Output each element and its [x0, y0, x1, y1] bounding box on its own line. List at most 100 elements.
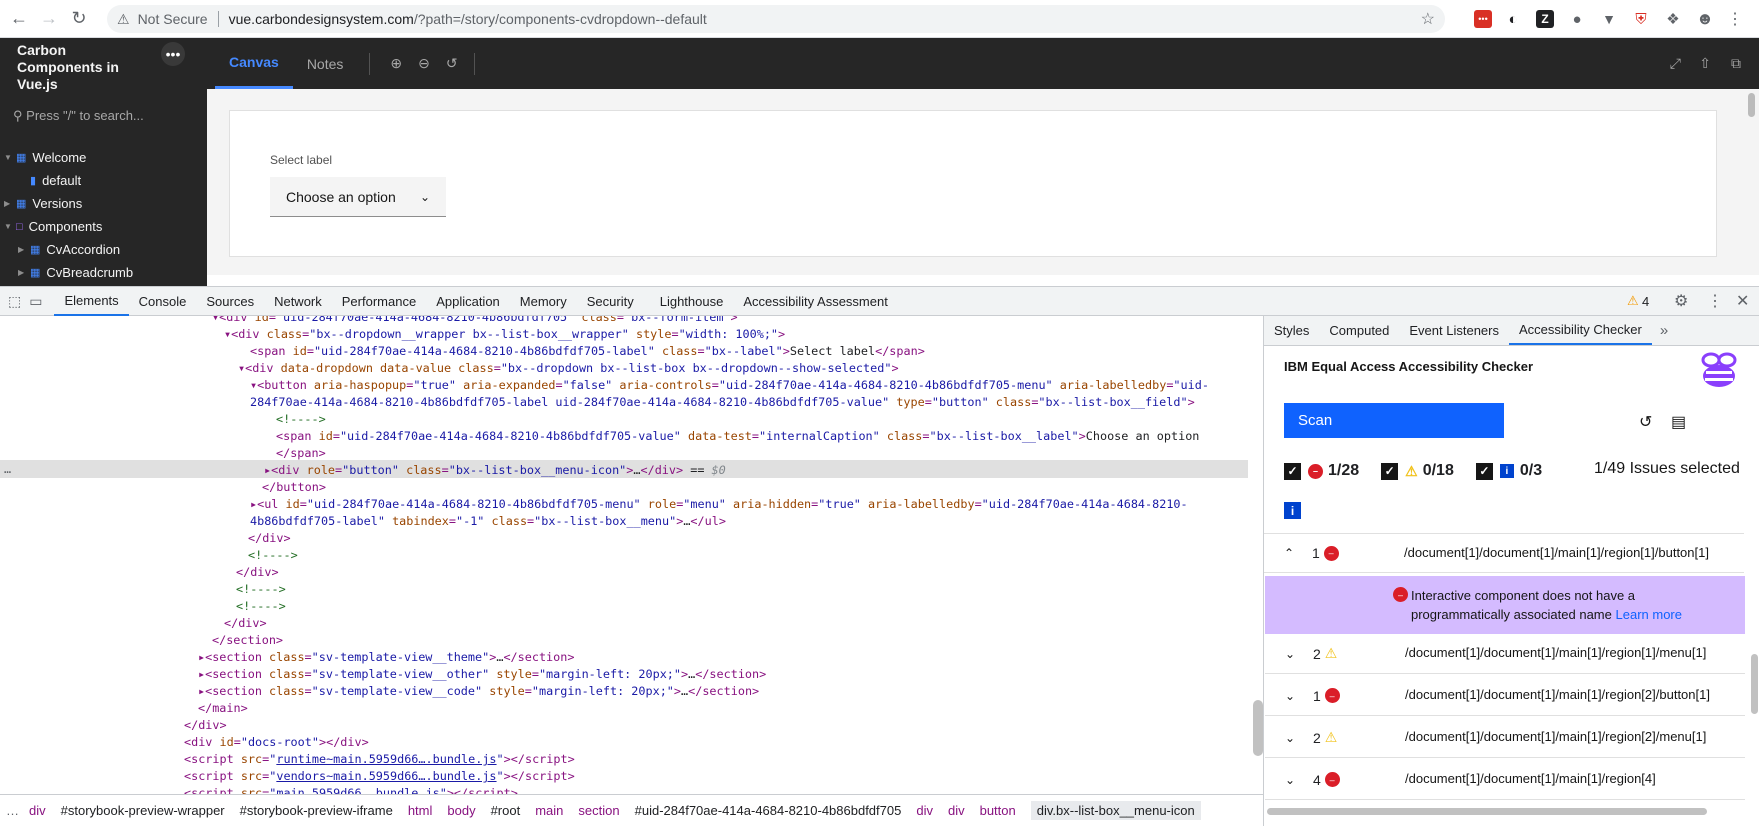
tab-canvas[interactable]: Canvas	[215, 38, 293, 89]
breadcrumb-item[interactable]: html	[408, 803, 433, 818]
breadcrumb-item-selected[interactable]: div.bx--list-box__menu-icon	[1030, 801, 1201, 820]
preview-scrollbar[interactable]	[1748, 93, 1755, 117]
reset-icon[interactable]: ↺	[1639, 412, 1652, 432]
tab-notes[interactable]: Notes	[293, 38, 358, 89]
elements-scrollbar[interactable]	[1253, 700, 1263, 756]
dom-line[interactable]: <div id="docs-root"></div>	[184, 734, 369, 751]
browser-menu-icon[interactable]: ⋮	[1726, 10, 1744, 28]
extension-circle-icon[interactable]: ●	[1568, 10, 1586, 28]
dom-line[interactable]: ▸<ul id="uid-284f70ae-414a-4684-8210-4b8…	[250, 496, 1188, 513]
breadcrumb-item[interactable]: section	[578, 803, 619, 818]
breadcrumb-item[interactable]: main	[535, 803, 563, 818]
more-tabs-icon[interactable]: »	[1660, 322, 1668, 339]
dom-line[interactable]: <!---->	[276, 411, 326, 428]
potential-checkbox[interactable]: ✓	[1381, 462, 1399, 480]
tab-styles[interactable]: Styles	[1264, 316, 1319, 345]
dom-line[interactable]: ▸<section class="sv-template-view__other…	[198, 666, 766, 683]
dom-line[interactable]: <script src="runtime~main.5959d66….bundl…	[184, 751, 575, 768]
dom-line[interactable]: ▸<section class="sv-template-view__code"…	[198, 683, 759, 700]
tab-computed[interactable]: Computed	[1319, 316, 1399, 345]
inspect-element-icon[interactable]: ⬚	[8, 293, 21, 310]
dom-line[interactable]: ▸<section class="sv-template-view__theme…	[198, 649, 574, 666]
sidebar-item-cvbreadcrumb[interactable]: ▶ ▦ CvBreadcrumb	[18, 265, 133, 280]
sidebar-item-default[interactable]: ▮ default	[30, 173, 81, 188]
breadcrumb-item[interactable]: button	[980, 803, 1016, 818]
device-toolbar-icon[interactable]: ▭	[29, 293, 42, 310]
dropdown-field[interactable]: Choose an option ⌄	[270, 177, 446, 217]
violations-checkbox[interactable]: ✓	[1284, 462, 1301, 480]
dom-line[interactable]: ▾<div data-dropdown data-value class="bx…	[238, 360, 899, 377]
dom-line[interactable]: </span>	[276, 445, 326, 462]
extension-lastpass-icon[interactable]: •••	[1474, 10, 1492, 28]
zoom-in-icon[interactable]: ⊕	[390, 55, 402, 72]
dom-line[interactable]: </div>	[248, 530, 291, 547]
share-icon[interactable]: ⇧	[1699, 55, 1711, 72]
scan-button[interactable]: Scan	[1284, 403, 1504, 438]
tab-memory[interactable]: Memory	[510, 287, 577, 316]
gear-icon[interactable]: ⚙	[1674, 291, 1688, 311]
issue-row[interactable]: ⌄ 2 ⚠ /document[1]/document[1]/main[1]/r…	[1265, 718, 1745, 758]
profile-avatar-icon[interactable]: ☻	[1696, 9, 1714, 28]
dom-line[interactable]: <span id="uid-284f70ae-414a-4684-8210-4b…	[276, 428, 1199, 445]
fullscreen-icon[interactable]: ⤢	[1670, 55, 1681, 72]
dom-line[interactable]: <!---->	[236, 598, 286, 615]
recommendations-checkbox[interactable]: ✓	[1475, 462, 1493, 480]
sidebar-search[interactable]: ⚲ Press "/" to search...	[13, 108, 144, 124]
more-options-icon[interactable]: ⋮	[1707, 291, 1723, 311]
issue-row[interactable]: ⌄ 1 – /document[1]/document[1]/main[1]/r…	[1265, 676, 1745, 716]
dom-line[interactable]: </section>	[212, 632, 283, 649]
checker-horizontal-scrollbar[interactable]	[1267, 808, 1707, 815]
tab-performance[interactable]: Performance	[332, 287, 426, 316]
breadcrumb-item[interactable]: div	[948, 803, 965, 818]
tab-security[interactable]: Security	[577, 287, 644, 316]
extension-shield-icon[interactable]: ⛨	[1632, 10, 1650, 28]
dom-line[interactable]: </div>	[236, 564, 279, 581]
breadcrumb-item[interactable]: #storybook-preview-wrapper	[61, 803, 225, 818]
warning-count[interactable]: 4	[1642, 294, 1649, 309]
bookmark-star-icon[interactable]: ☆	[1421, 9, 1435, 29]
dom-line-selected[interactable]: ▸<div role="button" class="bx--list-box_…	[264, 462, 726, 479]
zoom-reset-icon[interactable]: ↺	[446, 55, 458, 72]
dom-line[interactable]: <span id="uid-284f70ae-414a-4684-8210-4b…	[250, 343, 925, 360]
dom-line[interactable]: </div>	[184, 717, 227, 734]
sidebar-menu-icon[interactable]: •••	[161, 42, 185, 66]
dom-line[interactable]: </main>	[198, 700, 248, 717]
warning-icon[interactable]: ⚠	[1627, 293, 1639, 309]
reload-icon[interactable]: ↻	[64, 4, 94, 34]
dom-line[interactable]: ▾<button aria-haspopup="true" aria-expan…	[250, 377, 1209, 394]
tab-event-listeners[interactable]: Event Listeners	[1399, 316, 1509, 345]
sidebar-item-cvaccordion[interactable]: ▶ ▦ CvAccordion	[18, 242, 120, 257]
tab-accessibility-assessment[interactable]: Accessibility Assessment	[733, 287, 898, 316]
dom-line[interactable]: 4b86bdfdf705-label" tabindex="-1" class=…	[250, 513, 726, 530]
issue-row[interactable]: ⌄ 2 ⚠ /document[1]/document[1]/main[1]/r…	[1265, 634, 1745, 674]
close-icon[interactable]: ✕	[1736, 291, 1749, 311]
sidebar-item-versions[interactable]: ▶ ▦ Versions	[4, 196, 82, 211]
breadcrumb-item[interactable]: div	[29, 803, 46, 818]
dom-line[interactable]: 284f70ae-414a-4684-8210-4b86bdfdf705-lab…	[250, 394, 1195, 411]
breadcrumb-item[interactable]: div	[916, 803, 933, 818]
dom-line[interactable]: <!---->	[236, 581, 286, 598]
dom-line[interactable]: <script src="main.5959d66….bundle.js"></…	[184, 785, 518, 794]
checker-scrollbar[interactable]	[1751, 654, 1758, 714]
tab-sources[interactable]: Sources	[196, 287, 264, 316]
extension-vue-icon[interactable]: ▼	[1600, 10, 1618, 28]
dom-line[interactable]: </button>	[262, 479, 326, 496]
issue-row[interactable]: ⌃ 1 – /document[1]/document[1]/main[1]/r…	[1264, 533, 1744, 573]
forward-icon[interactable]: →	[34, 4, 64, 34]
tab-lighthouse[interactable]: Lighthouse	[650, 287, 734, 316]
dom-line[interactable]: ▾<div class="bx--dropdown__wrapper bx--l…	[224, 326, 785, 343]
issue-row[interactable]: ⌄ 4 – /document[1]/document[1]/main[1]/r…	[1265, 760, 1745, 800]
breadcrumb-item[interactable]: body	[447, 803, 475, 818]
dom-line[interactable]: <script src="vendors~main.5959d66….bundl…	[184, 768, 575, 785]
extension-darkmode-icon[interactable]: ◐	[1504, 10, 1522, 28]
info-icon[interactable]: i	[1284, 502, 1301, 519]
sidebar-item-welcome[interactable]: ▼ ▦ Welcome	[4, 150, 86, 165]
copy-link-icon[interactable]: ⧉	[1731, 55, 1741, 72]
dom-line[interactable]: </div>	[224, 615, 267, 632]
tab-console[interactable]: Console	[129, 287, 197, 316]
breadcrumb-item[interactable]: #uid-284f70ae-414a-4684-8210-4b86bdfdf70…	[635, 803, 902, 818]
learn-more-link[interactable]: Learn more	[1616, 607, 1682, 622]
sidebar-item-components[interactable]: ▼ □ Components	[4, 219, 102, 234]
tab-application[interactable]: Application	[426, 287, 510, 316]
report-icon[interactable]: ▤	[1671, 412, 1686, 432]
